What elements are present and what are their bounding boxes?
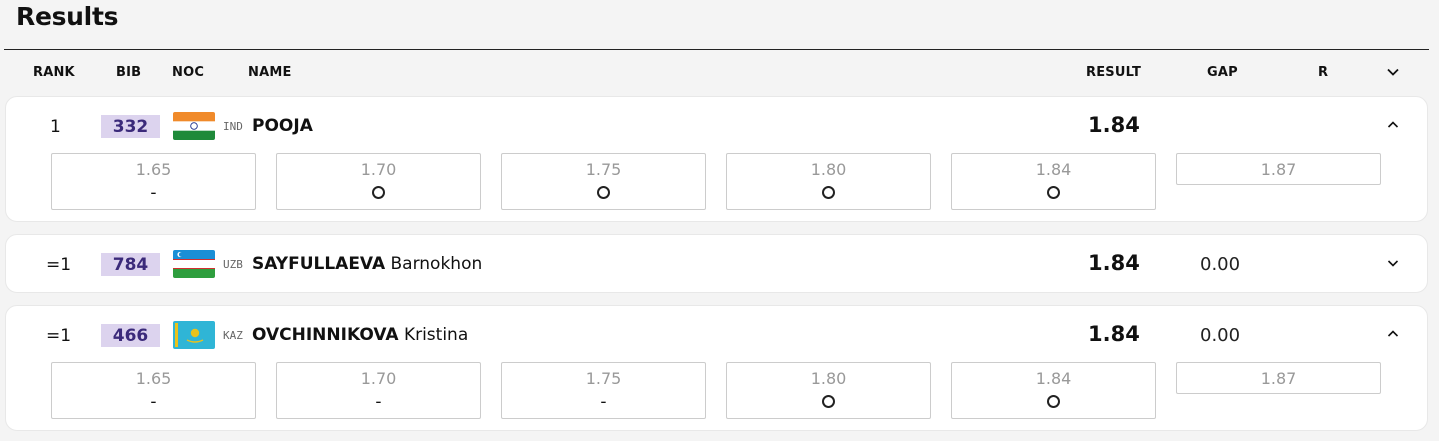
row-result: 1.84 [1088,251,1140,275]
row-athlete-name[interactable]: POOJA [252,116,313,136]
attempt-mark: - [150,392,157,412]
attempt-height: 1.65 [135,160,172,179]
row-bib: 332 [101,115,160,138]
circle-o-icon [372,186,385,199]
attempt-height: 1.87 [1260,160,1297,179]
row-athlete-name[interactable]: SAYFULLAEVA Barnokhon [252,254,482,274]
row-rank: =1 [46,255,72,275]
attempt-height: 1.80 [810,160,847,179]
row-bib: 784 [101,253,160,276]
circle-o-icon [822,395,835,408]
attempt-box: 1.75 [501,153,706,210]
athlete-last-name: SAYFULLAEVA [252,254,386,274]
collapse-chevron-up-icon[interactable] [1386,327,1400,341]
row-rank: =1 [46,326,72,346]
attempt-box: 1.87 [1176,153,1381,185]
attempt-height: 1.75 [585,160,622,179]
circle-o-icon [597,186,610,199]
attempt-mark: - [375,392,382,412]
athlete-first-name: Kristina [403,325,469,345]
athlete-first-name: Barnokhon [390,254,483,274]
attempt-box: 1.84 [951,362,1156,419]
header-gap: GAP [1207,65,1238,80]
header-result: RESULT [1086,65,1142,80]
attempt-box: 1.75 - [501,362,706,419]
circle-o-icon [1047,395,1060,408]
attempt-box: 1.70 - [276,362,481,419]
attempt-mark: - [150,183,157,203]
attempt-height: 1.84 [1035,160,1072,179]
attempt-height: 1.80 [810,369,847,388]
result-row-3[interactable]: =1 466 KAZ OVCHINNIKOVA Kristina 1.84 0.… [5,305,1428,431]
row-athlete-name[interactable]: OVCHINNIKOVA Kristina [252,325,468,345]
row-noc: UZB [223,258,243,271]
results-title: Results [16,2,119,31]
circle-o-icon [1047,186,1060,199]
row-noc: KAZ [223,329,243,342]
attempt-height: 1.70 [360,160,397,179]
header-bib: BIB [116,65,142,80]
row-noc: IND [223,120,243,133]
result-row-2[interactable]: =1 784 UZB SAYFULLAEVA Barnokhon 1.84 0.… [5,234,1428,293]
attempt-height: 1.70 [360,369,397,388]
title-divider [4,49,1429,50]
header-rank: RANK [33,65,75,80]
row-rank: 1 [50,117,61,137]
india-flag-icon [173,112,215,140]
attempt-height: 1.75 [585,369,622,388]
attempt-box: 1.70 [276,153,481,210]
kazakhstan-flag-icon [173,321,215,349]
athlete-last-name: OVCHINNIKOVA [252,325,399,345]
header-noc: NOC [172,65,205,80]
row-gap: 0.00 [1200,254,1241,275]
row-bib: 466 [101,324,160,347]
header-name: NAME [248,65,292,80]
attempt-box: 1.87 [1176,362,1381,394]
attempt-mark: - [600,392,607,412]
uzbekistan-flag-icon [173,250,215,278]
row-gap: 0.00 [1200,325,1241,346]
attempt-box: 1.84 [951,153,1156,210]
attempt-height: 1.84 [1035,369,1072,388]
row-result: 1.84 [1088,113,1140,137]
athlete-last-name: POOJA [252,116,313,136]
attempt-box: 1.65 - [51,153,256,210]
attempt-box: 1.80 [726,362,931,419]
row-result: 1.84 [1088,322,1140,346]
expand-chevron-down-icon[interactable] [1386,256,1400,270]
result-row-1[interactable]: 1 332 IND POOJA 1.84 1.65 - 1.70 1.75 1.… [5,96,1428,222]
expand-all-chevron-down-icon[interactable] [1385,64,1401,80]
collapse-chevron-up-icon[interactable] [1386,118,1400,132]
attempt-box: 1.65 - [51,362,256,419]
attempt-box: 1.80 [726,153,931,210]
circle-o-icon [822,186,835,199]
attempt-height: 1.65 [135,369,172,388]
attempt-height: 1.87 [1260,369,1297,388]
header-r: R [1318,65,1329,80]
